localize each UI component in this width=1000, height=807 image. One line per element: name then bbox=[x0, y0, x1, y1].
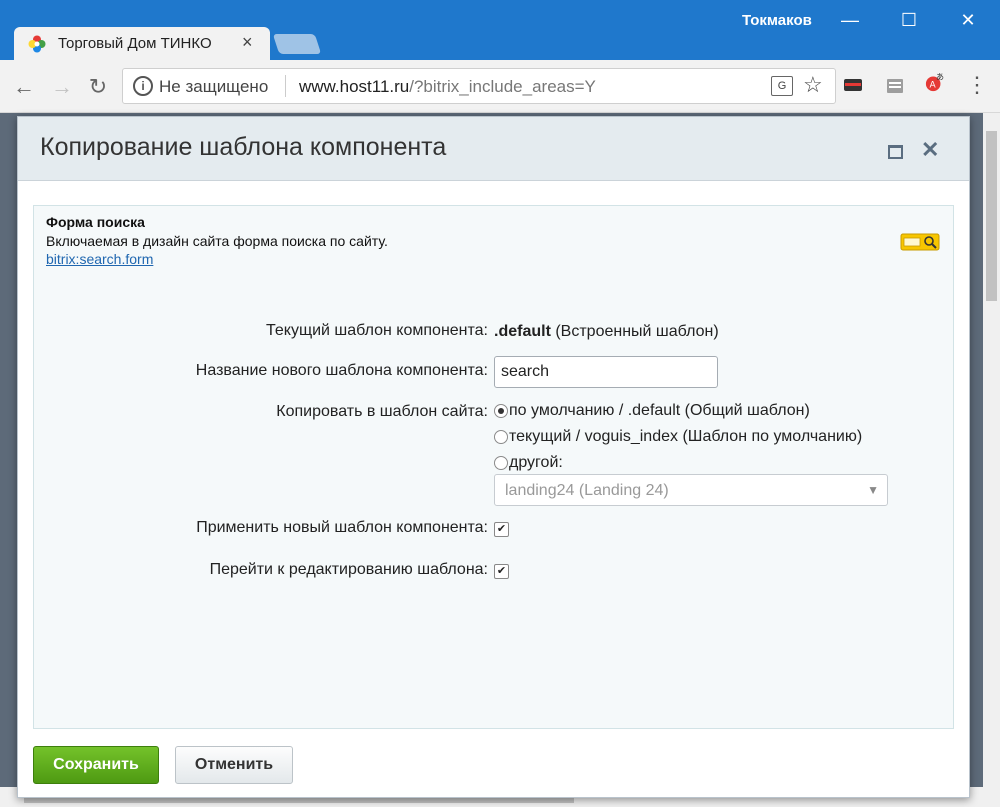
profile-name[interactable]: Токмаков bbox=[742, 12, 812, 29]
site-favicon-icon bbox=[28, 35, 46, 53]
other-template-select[interactable]: landing24 (Landing 24) ▼ bbox=[494, 474, 888, 506]
maximize-icon[interactable] bbox=[888, 145, 903, 159]
current-template-note: (Встроенный шаблон) bbox=[555, 323, 719, 340]
browser-toolbar: ← → ↻ i Не защищено www.host11.ru/?bitri… bbox=[0, 60, 1000, 113]
search-form-icon bbox=[900, 233, 940, 251]
component-name: Форма поиска bbox=[46, 214, 145, 230]
extension-icon[interactable] bbox=[884, 76, 906, 96]
new-tab-button[interactable] bbox=[272, 34, 322, 54]
component-description: Включаемая в дизайн сайта форма поиска п… bbox=[46, 233, 388, 249]
tab-close-icon[interactable]: × bbox=[242, 32, 253, 53]
chevron-down-icon: ▼ bbox=[867, 483, 879, 497]
dialog-title: Копирование шаблона компонента bbox=[40, 133, 447, 161]
menu-icon[interactable]: ⋮ bbox=[966, 72, 988, 98]
incognito-extension-icon[interactable] bbox=[842, 76, 864, 96]
divider bbox=[285, 75, 286, 97]
svg-text:A: A bbox=[930, 80, 937, 90]
svg-text:あ: あ bbox=[936, 72, 944, 81]
radio-other-template[interactable] bbox=[494, 456, 508, 470]
close-icon[interactable]: ✕ bbox=[921, 137, 939, 163]
copy-to-label: Копировать в шаблон сайта: bbox=[276, 403, 488, 420]
bookmark-star-icon[interactable]: ☆ bbox=[803, 72, 823, 98]
browser-titlebar: Торговый Дом ТИНКО × Токмаков — ☐ ✕ bbox=[0, 0, 1000, 61]
url-rest: /?bitrix_include_areas=Y bbox=[409, 77, 596, 96]
apply-template-checkbox[interactable]: ✔ bbox=[494, 522, 509, 537]
new-template-label: Название нового шаблона компонента: bbox=[195, 362, 488, 379]
reload-icon[interactable]: ↻ bbox=[86, 74, 110, 100]
window-close-icon[interactable]: ✕ bbox=[955, 10, 981, 31]
translate-icon[interactable]: G bbox=[771, 76, 793, 96]
forward-icon[interactable]: → bbox=[50, 74, 74, 100]
current-template-name: .default bbox=[494, 323, 551, 340]
current-template-label: Текущий шаблон компонента: bbox=[265, 322, 488, 339]
scroll-thumb[interactable] bbox=[986, 131, 997, 301]
component-code-link[interactable]: bitrix:search.form bbox=[46, 251, 153, 267]
edit-template-label: Перейти к редактированию шаблона: bbox=[209, 561, 488, 578]
radio-current-label: текущий / voguis_index (Шаблон по умолча… bbox=[509, 428, 863, 445]
edit-template-checkbox[interactable]: ✔ bbox=[494, 564, 509, 579]
url-text[interactable]: www.host11.ru/?bitrix_include_areas=Y bbox=[299, 77, 596, 97]
dialog-header: Копирование шаблона компонента ✕ bbox=[18, 117, 969, 181]
select-value: landing24 (Landing 24) bbox=[505, 482, 669, 499]
back-icon[interactable]: ← bbox=[12, 74, 36, 100]
save-button[interactable]: Сохранить bbox=[33, 746, 159, 784]
component-info: Форма поиска Включаемая в дизайн сайта ф… bbox=[33, 205, 954, 281]
radio-current-template[interactable] bbox=[494, 430, 508, 444]
info-icon[interactable]: i bbox=[133, 76, 153, 96]
security-label: Не защищено bbox=[159, 77, 269, 96]
tab-title: Торговый Дом ТИНКО bbox=[58, 35, 212, 52]
copy-template-dialog: Копирование шаблона компонента ✕ Форма п… bbox=[17, 116, 970, 798]
current-template-value: .default (Встроенный шаблон) bbox=[494, 323, 719, 341]
radio-default-template[interactable] bbox=[494, 404, 508, 418]
vertical-scrollbar[interactable] bbox=[983, 113, 1000, 807]
minimize-icon[interactable]: — bbox=[837, 10, 863, 31]
apply-template-label: Применить новый шаблон компонента: bbox=[196, 519, 488, 536]
translator-extension-icon[interactable]: A あ bbox=[924, 72, 946, 92]
radio-other-label: другой: bbox=[509, 454, 563, 471]
new-template-name-input[interactable] bbox=[494, 356, 718, 388]
address-bar[interactable]: i Не защищено www.host11.ru/?bitrix_incl… bbox=[122, 68, 836, 104]
url-host: www.host11.ru bbox=[299, 77, 410, 96]
cancel-button[interactable]: Отменить bbox=[175, 746, 293, 784]
radio-default-label: по умолчанию / .default (Общий шаблон) bbox=[509, 402, 810, 419]
maximize-icon[interactable]: ☐ bbox=[896, 10, 922, 31]
browser-tab[interactable]: Торговый Дом ТИНКО × bbox=[14, 27, 270, 61]
